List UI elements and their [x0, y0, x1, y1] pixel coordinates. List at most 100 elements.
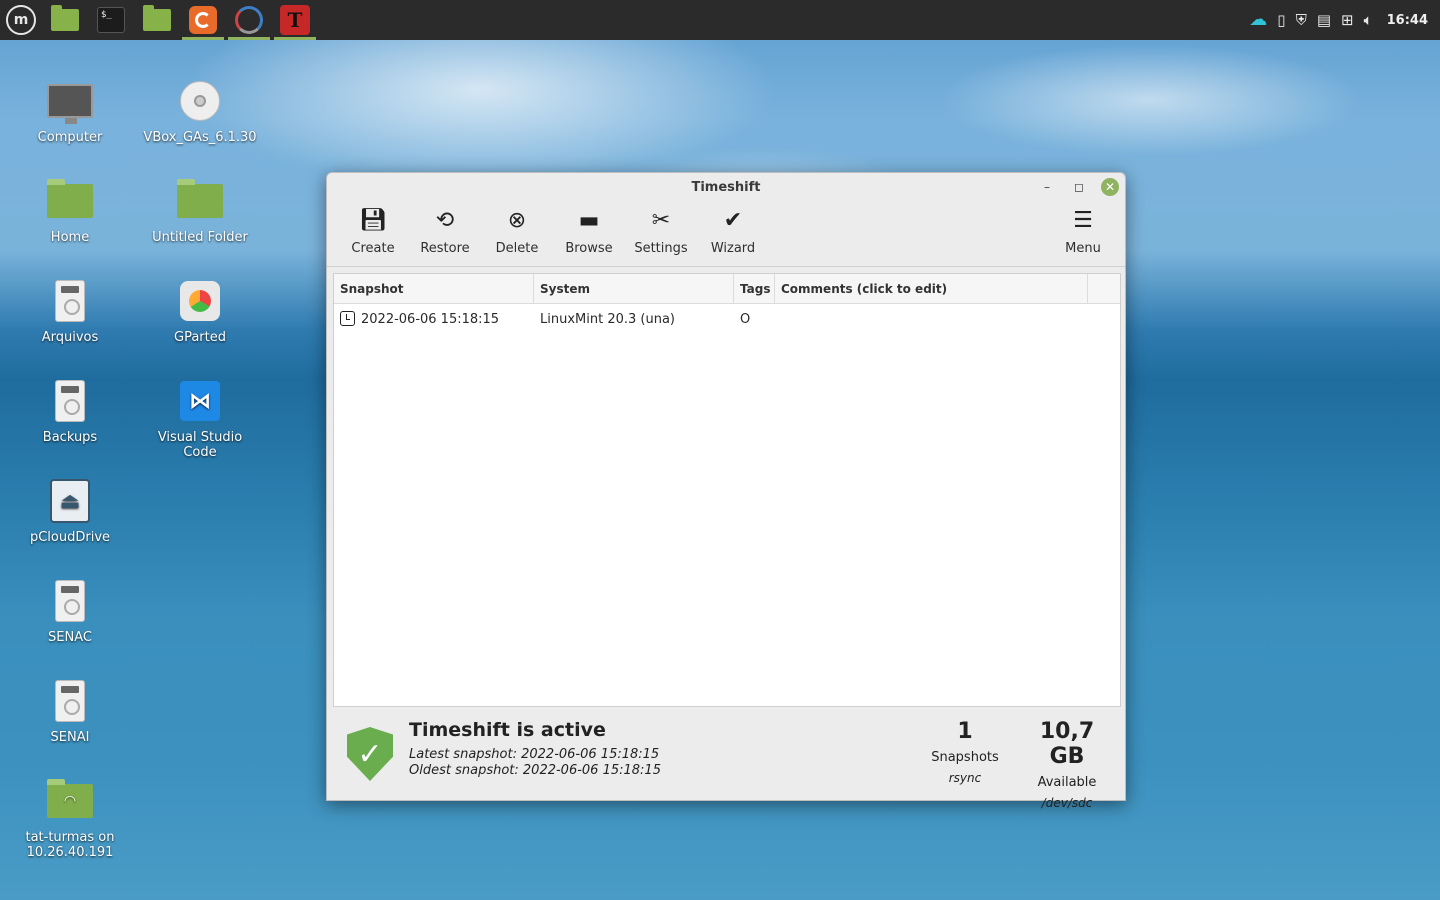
start-menu-button[interactable]: m [0, 0, 42, 40]
notes-tray-icon[interactable]: ▤ [1317, 12, 1331, 28]
browse-button[interactable]: ▬ Browse [553, 208, 625, 257]
close-button[interactable]: ✕ [1101, 178, 1119, 196]
menu-button[interactable]: ☰ Menu [1047, 208, 1119, 257]
folder-icon [143, 5, 171, 31]
drive-icon [55, 580, 85, 622]
pcloud-tray-icon[interactable]: ☁ [1249, 11, 1267, 29]
desktop-icon-home[interactable]: Home [10, 176, 130, 245]
taskbar-terminal-button[interactable]: $_ [88, 0, 134, 40]
maximize-button[interactable]: ◻ [1069, 178, 1089, 196]
network-tray-icon[interactable]: ⊞ [1341, 12, 1354, 28]
toolbar: 💾︎ Create ⟲ Restore ⊗ Delete ▬ Browse ✂ … [327, 201, 1125, 267]
column-header-tags[interactable]: Tags [734, 274, 775, 303]
minimize-button[interactable]: – [1037, 178, 1057, 196]
table-row[interactable]: 2022-06-06 15:18:15 LinuxMint 20.3 (una)… [334, 304, 1120, 334]
snapshots-label: Snapshots [931, 750, 999, 765]
terminal-icon: $_ [97, 7, 125, 33]
desktop-icon-vscode[interactable]: ⋈ Visual Studio Code [140, 376, 260, 460]
available-space: 10,7 GB [1039, 719, 1095, 769]
desktop-icon-label: VBox_GAs_6.1.30 [143, 130, 257, 145]
folder-icon [177, 179, 223, 218]
eject-icon: ⏏ [50, 479, 90, 523]
table-header: Snapshot System Tags Comments (click to … [334, 274, 1120, 304]
oldest-snapshot: Oldest snapshot: 2022-06-06 15:18:15 [409, 763, 661, 778]
clock[interactable]: 16:44 [1387, 13, 1428, 28]
clipboard-tray-icon[interactable]: ▯ [1277, 12, 1285, 28]
snapshots-stat: 1 Snapshots rsync [923, 719, 1007, 785]
desktop-icon-gparted[interactable]: GParted [140, 276, 260, 345]
column-header-spacer [1088, 274, 1120, 303]
desktop-icon-backups[interactable]: Backups [10, 376, 130, 445]
drive-icon [55, 280, 85, 322]
desktop-icon-vbox[interactable]: VBox_GAs_6.1.30 [140, 76, 260, 145]
settings-button[interactable]: ✂ Settings [625, 209, 697, 257]
available-stat: 10,7 GB Available /dev/sdc [1019, 719, 1115, 810]
desktop-icon-pclouddrive[interactable]: ⏏ pCloudDrive [10, 476, 130, 545]
taskbar: m $_ T ☁ ▯ ⛨ ▤ ⊞ 🔈︎ 16:44 [0, 0, 1440, 40]
shield-check-icon: ✓ [347, 727, 393, 781]
desktop-icon-label: SENAC [48, 630, 92, 645]
desktop-icon-label: Visual Studio Code [157, 430, 243, 460]
restore-button[interactable]: ⟲ Restore [409, 209, 481, 257]
network-folder-icon: ◠ [47, 779, 93, 818]
snapshots-mode: rsync [948, 771, 982, 785]
drive-icon [55, 380, 85, 422]
hamburger-icon: ☰ [1073, 208, 1093, 233]
desktop-icon-arquivos[interactable]: Arquivos [10, 276, 130, 345]
shield-tray-icon[interactable]: ⛨ [1296, 12, 1307, 28]
column-header-system[interactable]: System [534, 274, 734, 303]
check-icon: ✔ [723, 208, 743, 233]
browse-label: Browse [565, 241, 613, 256]
linux-mint-logo-icon: m [6, 5, 36, 35]
drive-icon [55, 680, 85, 722]
delete-label: Delete [495, 241, 539, 256]
desktop-icon-senai[interactable]: SENAI [10, 676, 130, 745]
tags-cell: O [740, 311, 751, 327]
status-panel: ✓ Timeshift is active Latest snapshot: 2… [327, 709, 1125, 810]
taskbar-files-button-2[interactable] [134, 0, 180, 40]
column-header-snapshot[interactable]: Snapshot [334, 274, 534, 303]
desktop-icon-network-share[interactable]: ◠ tat-turmas on 10.26.40.191 [10, 776, 130, 860]
clock-icon [340, 311, 355, 326]
volume-tray-icon[interactable]: 🔈︎ [1364, 12, 1373, 28]
snapshot-cell: 2022-06-06 15:18:15 [334, 311, 534, 327]
menu-label: Menu [1065, 241, 1101, 256]
snapshot-table: Snapshot System Tags Comments (click to … [333, 273, 1121, 707]
system-cell: LinuxMint 20.3 (una) [540, 311, 675, 327]
delete-icon: ⊗ [507, 208, 527, 233]
column-header-comments[interactable]: Comments (click to edit) [775, 274, 1088, 303]
timeshift-window: Timeshift – ◻ ✕ 💾︎ Create ⟲ Restore ⊗ De… [326, 172, 1126, 810]
delete-button[interactable]: ⊗ Delete [481, 208, 553, 257]
gparted-icon [180, 281, 220, 321]
desktop-icon-label: Untitled Folder [152, 230, 248, 245]
create-button[interactable]: 💾︎ Create [337, 208, 409, 257]
wizard-button[interactable]: ✔ Wizard [697, 208, 769, 257]
taskbar-files-button[interactable] [42, 0, 88, 40]
wizard-label: Wizard [710, 241, 756, 256]
cd-icon [180, 81, 220, 121]
create-label: Create [351, 241, 395, 256]
snapshot-date: 2022-06-06 15:18:15 [361, 312, 500, 327]
desktop-icon-label: GParted [174, 330, 226, 345]
desktop-icon-label: Computer [37, 130, 103, 145]
taskbar-firefox-button[interactable] [180, 0, 226, 40]
firefox-icon [189, 6, 217, 34]
available-device: /dev/sdc [1041, 796, 1093, 810]
restore-label: Restore [420, 241, 470, 256]
desktop-icon-senac[interactable]: SENAC [10, 576, 130, 645]
folder-icon [51, 5, 79, 31]
save-icon: 💾︎ [359, 208, 387, 233]
desktop-icon-untitled-folder[interactable]: Untitled Folder [140, 176, 260, 245]
sync-icon [235, 6, 263, 34]
desktop-icon-label: pCloudDrive [29, 530, 111, 545]
computer-icon [47, 84, 93, 124]
settings-label: Settings [634, 241, 688, 256]
home-folder-icon [47, 179, 93, 218]
desktop-icon-computer[interactable]: Computer [10, 76, 130, 145]
folder-icon: ▬ [578, 208, 600, 233]
window-titlebar[interactable]: Timeshift – ◻ ✕ [327, 173, 1125, 201]
latest-snapshot: Latest snapshot: 2022-06-06 15:18:15 [409, 747, 660, 762]
taskbar-sync-button[interactable] [226, 0, 272, 40]
taskbar-timeshift-button[interactable]: T [272, 0, 318, 40]
desktop-icon-label: SENAI [50, 730, 90, 745]
